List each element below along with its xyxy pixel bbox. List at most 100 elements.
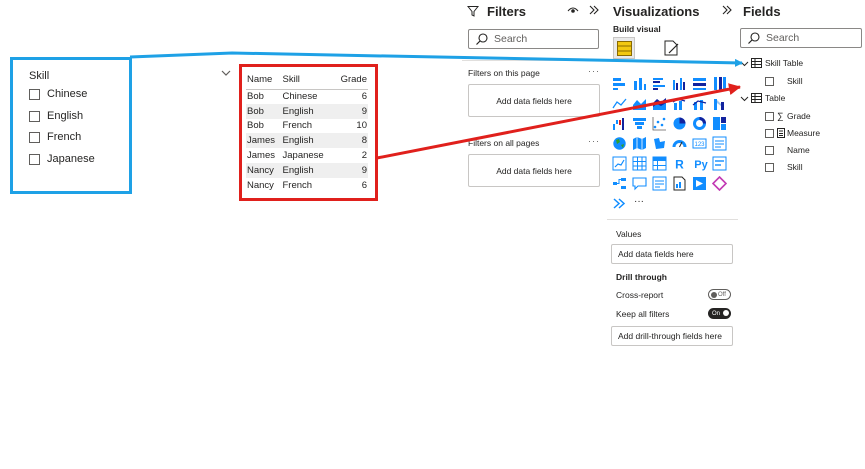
table-visual[interactable]: Name Skill Grade Bob Chinese 6 Bob Engli… [239, 64, 378, 201]
map-icon[interactable] [612, 136, 627, 151]
more-options-icon[interactable]: ··· [588, 136, 600, 146]
card-icon[interactable]: 123 [692, 136, 707, 151]
r-visual-icon[interactable]: R [672, 156, 687, 172]
area-chart-icon[interactable] [632, 96, 647, 111]
field-skill[interactable]: Skill [765, 75, 803, 87]
keep-all-filters-toggle[interactable]: On [708, 308, 731, 319]
line-chart-icon[interactable] [612, 96, 627, 111]
multi-row-card-icon[interactable] [712, 136, 727, 151]
paginated-report-icon[interactable] [672, 176, 687, 191]
table-icon[interactable] [632, 156, 647, 171]
table-row: Bob English 9 [246, 103, 368, 119]
table-cell: 6 [361, 91, 367, 103]
column-header-skill[interactable]: Skill [281, 71, 334, 90]
collapse-icon[interactable] [588, 4, 600, 16]
chevron-down-icon[interactable] [220, 68, 232, 78]
checkbox[interactable] [765, 128, 774, 138]
format-visual-icon[interactable] [663, 39, 681, 57]
checkbox[interactable] [29, 110, 40, 122]
table-grid-icon [617, 41, 632, 56]
gauge-icon[interactable] [672, 136, 687, 151]
100-stacked-bar-icon[interactable] [692, 76, 707, 91]
matrix-icon[interactable] [652, 156, 667, 171]
toggle-knob [711, 291, 717, 298]
checkbox[interactable] [29, 131, 40, 143]
table-row: James English 8 [246, 133, 368, 149]
filters-on-page-well[interactable]: Add data fields here [468, 84, 600, 117]
treemap-icon[interactable] [712, 116, 727, 131]
filters-all-pages-well[interactable]: Add data fields here [468, 154, 600, 187]
checkbox[interactable] [29, 88, 40, 100]
stacked-area-chart-icon[interactable] [652, 96, 667, 111]
donut-chart-icon[interactable] [692, 116, 707, 131]
table-node-table[interactable]: Table [740, 92, 785, 104]
checkbox[interactable] [765, 162, 774, 172]
checkbox[interactable] [765, 111, 774, 121]
toggle-state: Off [718, 291, 726, 298]
field-grade[interactable]: ∑ Grade [765, 110, 811, 122]
table-node-skill-table[interactable]: Skill Table [740, 57, 803, 69]
field-name[interactable]: Name [765, 144, 810, 156]
waterfall-chart-icon[interactable] [612, 116, 627, 131]
chevron-down-icon[interactable] [740, 94, 749, 103]
slicer-item-label: Japanese [47, 153, 95, 165]
checkbox[interactable] [765, 76, 774, 86]
scatter-chart-icon[interactable] [652, 116, 667, 131]
kpi-icon[interactable] [612, 156, 627, 171]
clustered-bar-chart-icon[interactable] [652, 76, 667, 91]
field-name: Grade [787, 111, 811, 121]
keep-all-filters-label: Keep all filters [616, 309, 670, 319]
table-cell: 9 [333, 103, 368, 119]
eye-icon[interactable] [567, 5, 579, 15]
build-visual-tab[interactable] [613, 37, 635, 59]
chevron-down-icon[interactable] [740, 59, 749, 68]
field-skill[interactable]: Skill [765, 161, 803, 173]
stacked-column-chart-icon[interactable] [632, 76, 647, 91]
table-cell: English [281, 133, 334, 149]
decomposition-tree-icon[interactable] [612, 176, 627, 191]
svg-text:Py: Py [694, 159, 708, 171]
smart-narrative-icon[interactable] [652, 176, 667, 191]
table-row: Nancy French 6 [246, 178, 368, 193]
more-visuals-icon[interactable]: ··· [634, 196, 644, 207]
values-well[interactable]: Add data fields here [611, 244, 733, 264]
stacked-bar-chart-icon[interactable] [612, 76, 627, 91]
column-header-name[interactable]: Name [246, 71, 282, 90]
search-icon [476, 33, 488, 45]
filled-map-icon[interactable] [632, 136, 647, 151]
slicer-item-label: English [47, 110, 84, 122]
fields-search-input[interactable] [766, 32, 846, 44]
qna-icon[interactable] [632, 176, 647, 191]
key-influencers-icon[interactable] [712, 156, 727, 171]
visual-gallery: 123 R Py ··· [612, 76, 732, 216]
line-and-column-chart-icon[interactable] [672, 96, 687, 111]
checkbox[interactable] [29, 153, 40, 165]
clustered-column-chart-icon[interactable] [672, 76, 687, 91]
power-apps-icon[interactable] [692, 176, 707, 191]
line-and-stacked-column-icon[interactable] [692, 96, 707, 111]
power-automate-icon[interactable] [712, 176, 727, 191]
field-measure[interactable]: Measure [765, 127, 820, 139]
slicer-item-chinese[interactable]: Chinese [29, 86, 87, 102]
collapse-icon[interactable] [721, 4, 733, 16]
funnel-chart-icon[interactable] [632, 116, 647, 131]
chevron-right-icon[interactable] [612, 196, 627, 211]
pie-chart-icon[interactable] [672, 116, 687, 131]
drill-through-well[interactable]: Add drill-through fields here [611, 326, 733, 346]
cross-report-toggle[interactable]: Off [708, 289, 731, 300]
fields-search[interactable] [740, 28, 862, 48]
100-stacked-column-icon[interactable] [712, 76, 727, 91]
slicer-item-french[interactable]: French [29, 129, 81, 145]
ribbon-chart-icon[interactable] [712, 96, 727, 111]
more-options-icon[interactable]: ··· [588, 66, 600, 76]
skill-slicer[interactable]: Skill Chinese English French Japanese [10, 57, 132, 194]
slicer-item-english[interactable]: English [29, 108, 83, 124]
filters-search-input[interactable] [494, 33, 574, 45]
filters-search[interactable] [468, 29, 599, 49]
shape-map-icon[interactable] [652, 136, 667, 151]
toggle-knob [723, 310, 729, 316]
checkbox[interactable] [765, 145, 774, 155]
column-header-grade[interactable]: Grade [333, 71, 368, 90]
python-visual-icon[interactable]: Py [692, 156, 710, 171]
slicer-item-japanese[interactable]: Japanese [29, 151, 95, 167]
